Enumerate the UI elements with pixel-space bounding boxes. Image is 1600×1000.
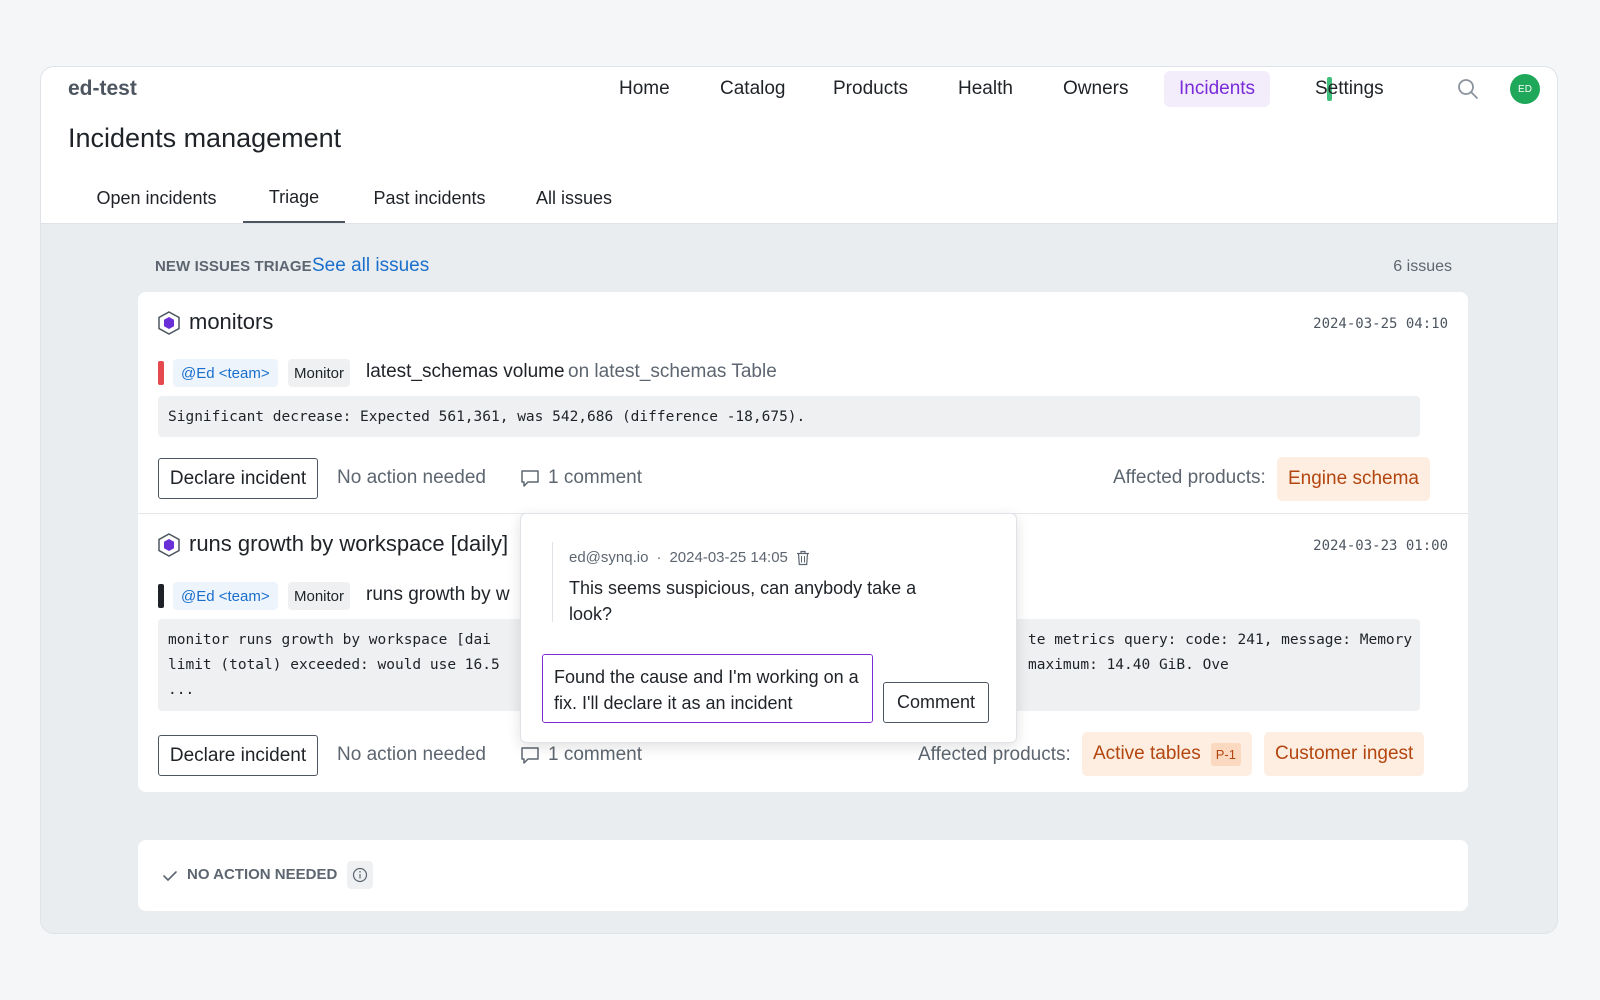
no-action-button[interactable]: No action needed <box>337 744 486 766</box>
check-icon <box>163 871 177 881</box>
product-name: Active tables <box>1093 743 1201 764</box>
product-name: Engine schema <box>1288 468 1419 489</box>
type-chip: Monitor <box>288 582 351 610</box>
nav-home[interactable]: Home <box>604 71 685 107</box>
issue-date: 2024-03-23 01:00 <box>1313 538 1448 554</box>
owner-chip[interactable]: @Ed <team> <box>173 582 278 610</box>
issue-title[interactable]: monitors <box>189 309 273 335</box>
tab-open-incidents[interactable]: Open incidents <box>81 173 232 223</box>
workspace-name[interactable]: ed-test <box>68 77 137 101</box>
info-icon[interactable] <box>347 861 373 889</box>
affected-products-label: Affected products: <box>918 744 1071 765</box>
nav-owners[interactable]: Owners <box>1048 71 1143 107</box>
check-name[interactable]: latest_schemas volume <box>366 361 565 383</box>
comment-count[interactable]: 1 comment <box>548 467 642 489</box>
severity-indicator <box>158 584 164 608</box>
comment-thread-rule <box>552 542 553 622</box>
product-chip[interactable]: Active tables P-1 <box>1082 732 1252 776</box>
tab-past-incidents[interactable]: Past incidents <box>358 173 501 223</box>
message-line: maximum: 14.40 GiB. Ove <box>1028 657 1229 673</box>
comment-toggle[interactable]: 1 comment <box>520 744 642 766</box>
section-label: NEW ISSUES TRIAGE <box>155 258 312 275</box>
see-all-issues-link[interactable]: See all issues <box>312 255 429 277</box>
tab-all-issues[interactable]: All issues <box>514 173 634 223</box>
comment-submit-button[interactable]: Comment <box>883 682 989 723</box>
affected-products-label: Affected products: <box>1113 467 1266 488</box>
issue-date: 2024-03-25 04:10 <box>1313 316 1448 332</box>
product-chip[interactable]: Engine schema <box>1277 457 1430 501</box>
message-line: limit (total) exceeded: would use 16.5 <box>168 657 500 673</box>
declare-incident-button[interactable]: Declare incident <box>158 735 318 776</box>
page-title: Incidents management <box>68 123 342 153</box>
comment-count[interactable]: 1 comment <box>548 744 642 766</box>
nav-catalog[interactable]: Catalog <box>705 71 801 107</box>
app-window: ed-test Home Catalog Products Health Own… <box>40 66 1558 934</box>
no-action-button[interactable]: No action needed <box>337 467 486 489</box>
declare-incident-button[interactable]: Declare incident <box>158 458 318 499</box>
priority-badge: P-1 <box>1210 742 1241 766</box>
issues-count: 6 issues <box>1393 258 1452 275</box>
type-chip: Monitor <box>288 359 351 387</box>
comment-bubble-icon <box>521 747 539 764</box>
comment-input[interactable]: Found the cause and I'm working on a fix… <box>542 654 873 723</box>
issue-message: Significant decrease: Expected 561,361, … <box>158 396 1420 437</box>
meta-separator: · <box>656 549 662 566</box>
product-name: Customer ingest <box>1275 743 1414 764</box>
hexagon-monitor-icon <box>158 311 180 335</box>
severity-indicator <box>158 361 164 385</box>
avatar[interactable]: ED <box>1510 74 1540 104</box>
nav-incidents[interactable]: Incidents <box>1164 71 1271 107</box>
trash-icon[interactable] <box>796 550 810 566</box>
message-line: ... <box>168 682 195 698</box>
message-line: monitor runs growth by workspace [dai <box>168 632 492 648</box>
product-chip[interactable]: Customer ingest <box>1264 732 1425 776</box>
comment-timestamp: 2024-03-25 14:05 <box>669 549 788 566</box>
comment-bubble-icon <box>521 470 539 487</box>
nav-health[interactable]: Health <box>943 71 1028 107</box>
search-icon[interactable] <box>1456 77 1480 101</box>
comment-author: ed@synq.io <box>569 549 649 566</box>
comment-body: This seems suspicious, can anybody take … <box>569 578 917 624</box>
comment-popover: ed@synq.io · 2024-03-25 14:05 This seems… <box>520 513 1017 743</box>
issue-message-continued: te metrics query: code: 241, message: Me… <box>1018 619 1420 711</box>
nav-products[interactable]: Products <box>818 71 923 107</box>
hexagon-monitor-icon <box>158 533 180 557</box>
check-target[interactable]: on latest_schemas Table <box>568 361 777 383</box>
check-name[interactable]: runs growth by w <box>366 584 510 606</box>
info-glyph <box>352 867 368 883</box>
section-label: NO ACTION NEEDED <box>187 866 338 883</box>
comment-toggle[interactable]: 1 comment <box>520 467 642 489</box>
header: ed-test Home Catalog Products Health Own… <box>41 67 1557 224</box>
message-line: te metrics query: code: 241, message: Me… <box>1028 632 1413 648</box>
nav-settings[interactable]: Settings <box>1300 71 1399 107</box>
comment-meta: ed@synq.io · 2024-03-25 14:05 <box>569 549 810 566</box>
tab-triage[interactable]: Triage <box>243 173 345 223</box>
issue-title[interactable]: runs growth by workspace [daily] <box>189 531 508 557</box>
owner-chip[interactable]: @Ed <team> <box>173 359 278 387</box>
no-action-section[interactable]: NO ACTION NEEDED <box>138 840 1468 911</box>
